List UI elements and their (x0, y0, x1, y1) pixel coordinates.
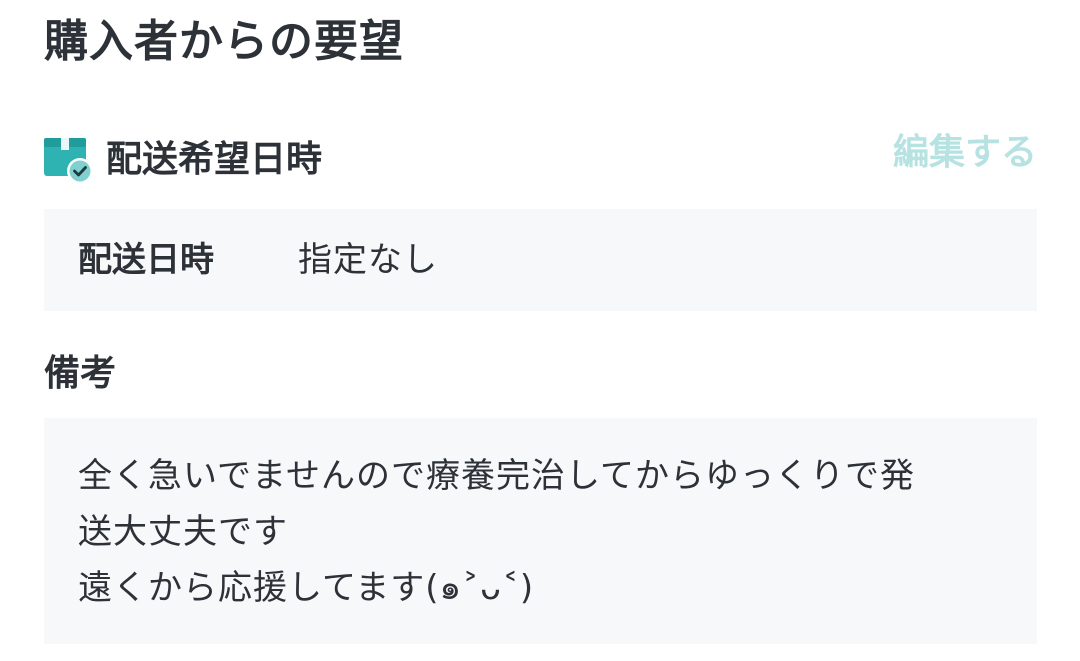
notes-line: 全く急いでませんので療養完治してからゆっくりで発 (78, 456, 915, 496)
notes-text: 全く急いでませんので療養完治してからゆっくりで発 送大丈夫です 遠くから応援して… (78, 448, 1008, 616)
delivery-date-value: 指定なし (298, 240, 438, 280)
notes-panel: 全く急いでませんので療養完治してからゆっくりで発 送大丈夫です 遠くから応援して… (44, 418, 1037, 644)
delivery-section-header: 配送希望日時 編集する (44, 128, 1037, 192)
notes-title: 備考 (44, 353, 117, 394)
package-clock-icon (44, 136, 94, 184)
delivery-date-label: 配送日時 (78, 240, 214, 280)
notes-line: 遠くから応援してます(๑˃ᴗ˂) (78, 568, 535, 608)
edit-button[interactable]: 編集する (893, 128, 1037, 178)
delivery-date-panel: 配送日時 指定なし (44, 209, 1037, 311)
notes-line: 送大丈夫です (78, 512, 288, 552)
delivery-section-title: 配送希望日時 (106, 139, 323, 180)
page-title: 購入者からの要望 (44, 16, 404, 67)
